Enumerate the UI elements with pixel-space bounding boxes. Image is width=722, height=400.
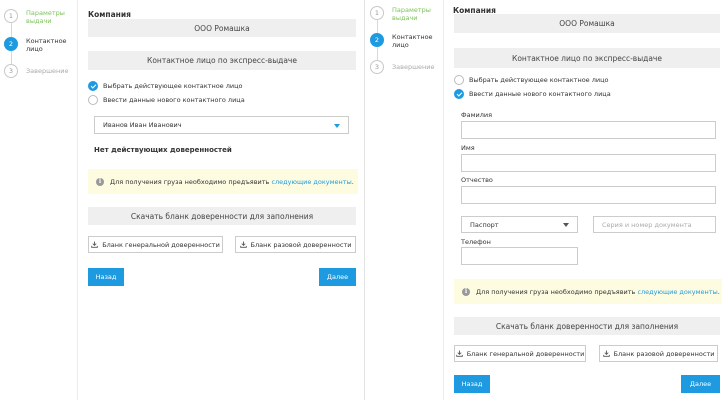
document-type-value: Паспорт xyxy=(470,220,499,229)
info-banner: i Для получения груза необходимо предъяв… xyxy=(454,279,722,304)
right-panel: 1 Параметры выдачи 2 Контактное лицо 3 З… xyxy=(366,0,722,400)
step-number: 1 xyxy=(4,9,18,23)
document-type-select[interactable]: Паспорт xyxy=(461,216,578,233)
radio-label: Выбрать действующее контактное лицо xyxy=(103,82,243,90)
left-panel: 1 Параметры выдачи 2 Контактное лицо 3 З… xyxy=(0,0,364,400)
step-label: Завершение xyxy=(26,67,69,75)
phone-label: Телефон xyxy=(461,238,491,246)
lastname-label: Фамилия xyxy=(461,111,492,119)
step-number: 2 xyxy=(370,33,384,47)
radio-new[interactable]: Ввести данные нового контактного лица xyxy=(454,89,611,99)
radio-unchecked-icon[interactable] xyxy=(454,75,464,85)
download-icon xyxy=(455,350,463,357)
download-icon xyxy=(602,350,610,357)
sidebar-divider xyxy=(443,0,444,400)
step-label: Параметры выдачи xyxy=(392,6,431,22)
lastname-input[interactable] xyxy=(461,121,716,139)
step-3[interactable]: 3 Завершение xyxy=(4,64,76,78)
panel-divider xyxy=(364,0,365,400)
phone-input[interactable] xyxy=(461,247,578,265)
general-poa-button[interactable]: Бланк генеральной доверенности xyxy=(88,236,223,253)
company-name: ООО Ромашка xyxy=(454,14,720,33)
step-1[interactable]: 1 Параметры выдачи xyxy=(4,9,76,25)
radio-label: Ввести данные нового контактного лица xyxy=(469,90,611,98)
step-label: Контактное лицо xyxy=(392,33,433,49)
radio-checked-icon[interactable] xyxy=(454,89,464,99)
radio-checked-icon[interactable] xyxy=(88,81,98,91)
single-poa-button[interactable]: Бланк разовой доверенности xyxy=(599,345,718,362)
step-number: 3 xyxy=(4,64,18,78)
step-number: 2 xyxy=(4,37,18,51)
download-icon xyxy=(91,241,98,248)
contact-section-title: Контактное лицо по экспресс-выдаче xyxy=(454,48,720,68)
button-label: Бланк разовой доверенности xyxy=(250,240,352,249)
info-banner: i Для получения груза необходимо предъяв… xyxy=(88,169,358,194)
single-poa-button[interactable]: Бланк разовой доверенности xyxy=(235,236,356,253)
info-icon: i xyxy=(96,177,104,186)
patronymic-input[interactable] xyxy=(461,186,716,204)
chevron-down-icon xyxy=(334,123,340,128)
company-name: ООО Ромашка xyxy=(88,19,356,37)
download-blank-button[interactable]: Скачать бланк доверенности для заполнени… xyxy=(454,317,720,335)
button-label: Бланк генеральной доверенности xyxy=(102,240,220,249)
step-1[interactable]: 1 Параметры выдачи xyxy=(370,6,442,22)
radio-existing[interactable]: Выбрать действующее контактное лицо xyxy=(88,81,243,91)
contact-section-title: Контактное лицо по экспресс-выдаче xyxy=(88,51,356,70)
general-poa-button[interactable]: Бланк генеральной доверенности xyxy=(454,345,586,362)
radio-unchecked-icon[interactable] xyxy=(88,95,98,105)
firstname-input[interactable] xyxy=(461,154,716,172)
step-label: Завершение xyxy=(392,63,435,71)
firstname-label: Имя xyxy=(461,144,475,152)
radio-existing[interactable]: Выбрать действующее контактное лицо xyxy=(454,75,609,85)
company-label: Компания xyxy=(88,10,131,19)
step-label: Параметры выдачи xyxy=(26,9,65,25)
documents-link[interactable]: следующие документы xyxy=(271,178,351,186)
step-number: 1 xyxy=(370,6,384,20)
step-2[interactable]: 2 Контактное лицо xyxy=(4,37,76,53)
patronymic-label: Отчество xyxy=(461,176,493,184)
step-number: 3 xyxy=(370,60,384,74)
document-number-placeholder: Серия и номер документа xyxy=(602,220,692,229)
step-2[interactable]: 2 Контактное лицо xyxy=(370,33,442,49)
info-icon: i xyxy=(462,287,470,296)
step-label: Контактное лицо xyxy=(26,37,67,53)
contact-select-value: Иванов Иван Иванович xyxy=(103,121,182,129)
download-blank-button[interactable]: Скачать бланк доверенности для заполнени… xyxy=(88,207,356,225)
info-text: Для получения груза необходимо предъявит… xyxy=(110,177,354,186)
step-3[interactable]: 3 Завершение xyxy=(370,60,442,74)
chevron-down-icon xyxy=(563,223,569,227)
button-label: Бланк генеральной доверенности xyxy=(466,349,585,358)
sidebar-divider xyxy=(77,0,78,400)
radio-label: Ввести данные нового контактного лица xyxy=(103,96,245,104)
back-button[interactable]: Назад xyxy=(88,268,124,286)
document-number-input[interactable]: Серия и номер документа xyxy=(593,216,716,233)
back-button[interactable]: Назад xyxy=(454,375,490,393)
no-poa-text: Нет действующих доверенностей xyxy=(94,146,232,154)
download-icon xyxy=(239,241,247,248)
contact-select[interactable]: Иванов Иван Иванович xyxy=(94,116,349,134)
next-button[interactable]: Далее xyxy=(681,375,720,393)
radio-new[interactable]: Ввести данные нового контактного лица xyxy=(88,95,245,105)
documents-link[interactable]: следующие документы xyxy=(637,288,717,296)
info-text: Для получения груза необходимо предъявит… xyxy=(476,287,720,296)
next-button[interactable]: Далее xyxy=(319,268,356,286)
button-label: Бланк разовой доверенности xyxy=(613,349,715,358)
radio-label: Выбрать действующее контактное лицо xyxy=(469,76,609,84)
